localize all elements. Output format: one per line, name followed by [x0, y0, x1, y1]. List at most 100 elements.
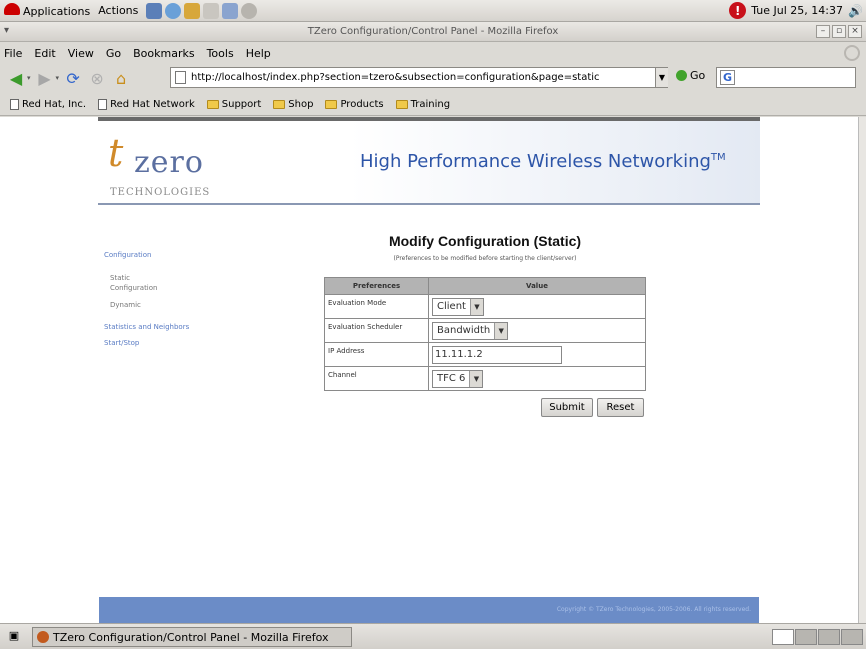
bookmark-label: Red Hat Network — [110, 99, 195, 110]
bookmark-page-icon — [10, 99, 19, 110]
search-input[interactable]: G — [716, 67, 856, 88]
bookmark-folder-products[interactable]: Products — [325, 99, 384, 110]
page-footer: Copyright © TZero Technologies, 2005-200… — [99, 597, 759, 623]
bookmark-label: Products — [340, 99, 384, 110]
nav-statistics-neighbors[interactable]: Statistics and Neighbors — [104, 323, 224, 331]
nav-configuration[interactable]: Configuration — [104, 251, 224, 259]
menu-help[interactable]: Help — [246, 47, 271, 60]
minimize-icon[interactable]: – — [816, 25, 830, 38]
bookmark-folder-support[interactable]: Support — [206, 99, 262, 110]
bookmark-label: Support — [221, 99, 262, 110]
applications-menu[interactable]: Applications — [4, 3, 90, 18]
search-launcher-icon[interactable] — [203, 2, 220, 19]
nav-static-configuration[interactable]: Static Configuration — [110, 273, 224, 293]
copyright-text: Copyright © TZero Technologies, 2005-200… — [556, 606, 751, 613]
office-launcher-icon[interactable] — [222, 2, 239, 19]
google-search-icon[interactable]: G — [720, 70, 735, 85]
table-row: Channel TFC 6 ▼ — [324, 366, 646, 391]
bookmark-red-hat-network[interactable]: Red Hat Network — [98, 99, 195, 110]
url-dropdown-icon[interactable]: ▼ — [655, 68, 668, 87]
back-history-icon[interactable]: ▾ — [27, 74, 31, 82]
side-navigation: Configuration Static Configuration Dynami… — [104, 251, 224, 351]
nav-static-line1: Static — [110, 274, 131, 282]
url-text[interactable]: http://localhost/index.php?section=tzero… — [191, 72, 600, 83]
tagline: High Performance Wireless NetworkingTM — [360, 151, 726, 172]
top-panel: Applications Actions ! Tue Jul 25, 14:37… — [0, 0, 866, 22]
go-button[interactable]: Go — [676, 69, 705, 82]
window-title-bar: ▾ TZero Configuration/Control Panel - Mo… — [0, 22, 866, 42]
bookmark-label: Red Hat, Inc. — [22, 99, 87, 110]
ip-address-input[interactable]: 11.11.1.2 — [432, 345, 562, 364]
terminal-launcher-icon[interactable] — [146, 2, 163, 19]
url-bar[interactable]: http://localhost/index.php?section=tzero… — [170, 67, 668, 88]
channel-select[interactable]: TFC 6 ▼ — [432, 369, 484, 388]
reload-button[interactable]: ⟳ — [63, 68, 83, 88]
column-header-value: Value — [428, 277, 646, 295]
close-icon[interactable]: × — [848, 25, 862, 38]
table-row: Evaluation Scheduler Bandwidth ▼ — [324, 318, 646, 343]
show-desktop-icon[interactable]: ▣ — [4, 629, 24, 645]
table-row: Evaluation Mode Client ▼ — [324, 294, 646, 319]
workspace-1[interactable] — [772, 629, 794, 645]
menu-file[interactable]: File — [4, 47, 22, 60]
evaluation-mode-select[interactable]: Client ▼ — [432, 297, 484, 316]
bottom-taskbar: ▣ TZero Configuration/Control Panel - Mo… — [0, 623, 866, 649]
page-viewport: t zero TECHNOLOGIES High Performance Wir… — [0, 117, 858, 623]
select-value: Bandwidth — [437, 325, 491, 336]
taskbar-window-button[interactable]: TZero Configuration/Control Panel - Mozi… — [32, 627, 352, 647]
home-button[interactable]: ⌂ — [111, 68, 131, 88]
menu-edit[interactable]: Edit — [34, 47, 55, 60]
menu-bookmarks[interactable]: Bookmarks — [133, 47, 194, 60]
dropdown-arrow-icon[interactable]: ▼ — [469, 370, 483, 387]
bookmark-label: Training — [410, 99, 451, 110]
logo-zero: zero — [134, 145, 204, 180]
column-header-preferences: Preferences — [324, 277, 429, 295]
workspace-switcher — [772, 629, 863, 645]
menu-go[interactable]: Go — [106, 47, 121, 60]
page-subtitle: (Preferences to be modified before start… — [393, 255, 577, 262]
clock[interactable]: Tue Jul 25, 14:37 — [751, 4, 843, 17]
settings-launcher-icon[interactable] — [241, 2, 258, 19]
nav-dynamic[interactable]: Dynamic — [110, 301, 224, 309]
nav-start-stop[interactable]: Start/Stop — [104, 339, 224, 347]
submit-button[interactable]: Submit — [541, 398, 593, 417]
value-cell: 11.11.1.2 — [428, 342, 646, 367]
volume-icon[interactable]: 🔊 — [848, 4, 863, 18]
reset-button[interactable]: Reset — [597, 398, 644, 417]
bookmark-red-hat-inc[interactable]: Red Hat, Inc. — [10, 99, 86, 110]
bookmarks-toolbar: Red Hat, Inc. Red Hat Network Support Sh… — [0, 94, 866, 116]
stop-button[interactable]: ⊗ — [87, 68, 107, 88]
bookmark-folder-training[interactable]: Training — [395, 99, 451, 110]
window-menu-icon[interactable]: ▾ — [4, 25, 9, 36]
forward-history-icon[interactable]: ▾ — [56, 74, 60, 82]
select-value: TFC 6 — [437, 373, 466, 384]
menu-tools[interactable]: Tools — [207, 47, 234, 60]
back-button[interactable]: ◀ — [6, 68, 26, 88]
maximize-icon[interactable]: ▫ — [832, 25, 846, 38]
vertical-scrollbar[interactable] — [858, 117, 866, 623]
navigation-toolbar: ◀ ▾ ▶ ▾ ⟳ ⊗ ⌂ http://localhost/index.php… — [0, 64, 866, 92]
menu-view[interactable]: View — [68, 47, 94, 60]
table-header-row: Preferences Value — [324, 277, 646, 295]
mail-launcher-icon[interactable] — [184, 2, 201, 19]
evaluation-scheduler-select[interactable]: Bandwidth ▼ — [432, 321, 509, 340]
workspace-2[interactable] — [795, 629, 817, 645]
folder-icon — [395, 100, 408, 109]
configuration-table: Preferences Value Evaluation Mode Client… — [324, 277, 646, 391]
header-banner: t zero TECHNOLOGIES High Performance Wir… — [98, 117, 760, 205]
select-value: Client — [437, 301, 466, 312]
throbber-icon — [844, 45, 860, 61]
workspace-4[interactable] — [841, 629, 863, 645]
update-alert-icon[interactable]: ! — [729, 2, 747, 19]
tzero-logo[interactable]: t zero TECHNOLOGIES — [106, 129, 236, 201]
workspace-3[interactable] — [818, 629, 840, 645]
nav-static-line2: Configuration — [110, 284, 158, 292]
actions-menu[interactable]: Actions — [98, 4, 138, 17]
go-icon — [676, 70, 687, 81]
value-cell: Client ▼ — [428, 294, 646, 319]
forward-button[interactable]: ▶ — [35, 68, 55, 88]
dropdown-arrow-icon[interactable]: ▼ — [494, 322, 508, 339]
bookmark-folder-shop[interactable]: Shop — [273, 99, 313, 110]
dropdown-arrow-icon[interactable]: ▼ — [469, 298, 483, 315]
browser-launcher-icon[interactable] — [165, 2, 182, 19]
